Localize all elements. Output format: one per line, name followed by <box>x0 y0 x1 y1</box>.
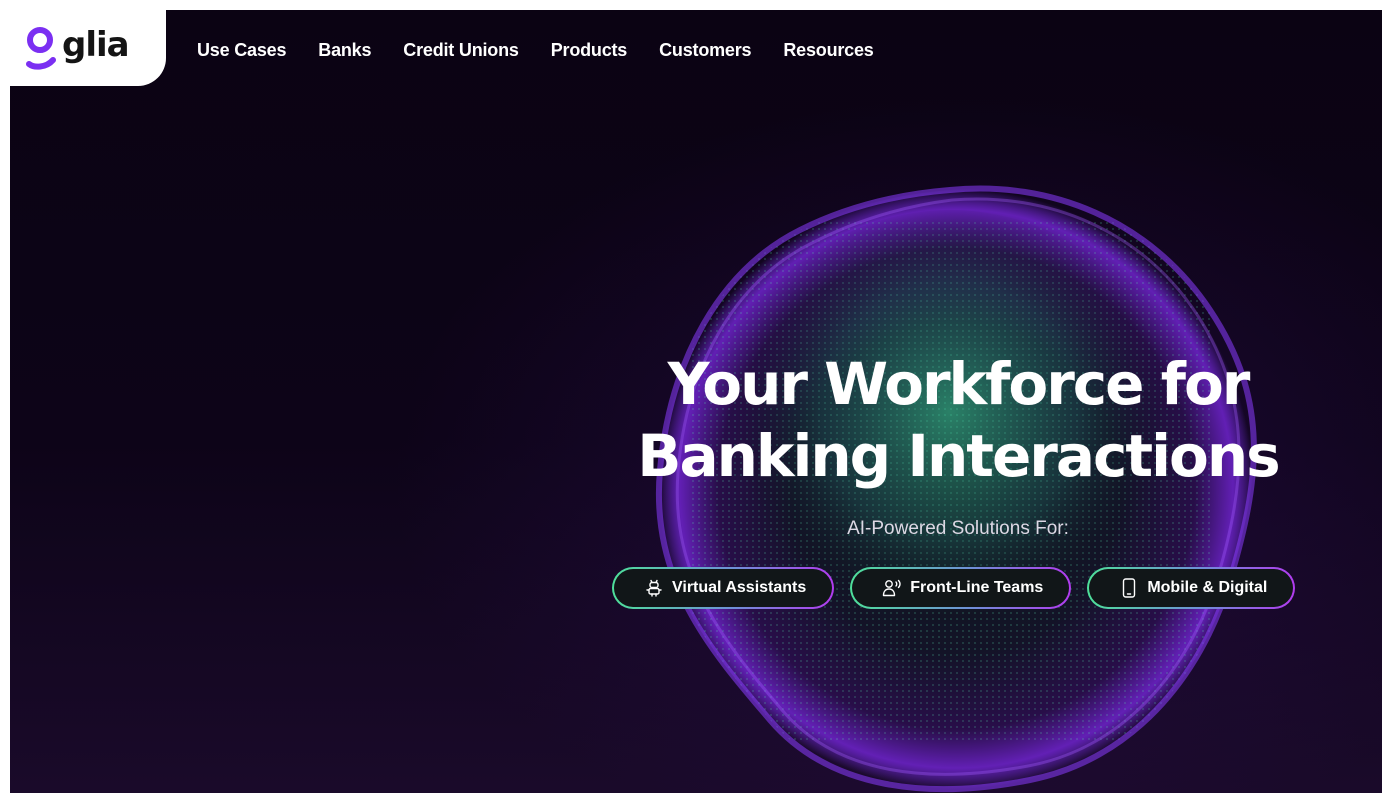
nav-item-banks[interactable]: Banks <box>318 40 371 61</box>
front-line-teams-button[interactable]: Front-Line Teams <box>850 567 1071 609</box>
hero-subheading: AI-Powered Solutions For: <box>847 518 1069 539</box>
headline-line-1: Your Workforce for <box>667 350 1251 418</box>
glia-logo[interactable]: glia <box>26 24 130 72</box>
virtual-assistants-label: Virtual Assistants <box>672 579 807 596</box>
nav-item-use-cases[interactable]: Use Cases <box>197 40 286 61</box>
person-speaking-icon <box>882 578 902 598</box>
virtual-assistants-button[interactable]: Virtual Assistants <box>612 567 834 609</box>
brand-name: glia <box>62 25 130 65</box>
nav-item-credit-unions[interactable]: Credit Unions <box>403 40 519 61</box>
main-nav: Use Cases Banks Credit Unions Products C… <box>197 40 874 61</box>
hero-headline: Your Workforce for Banking Interactions <box>600 348 1316 492</box>
mobile-phone-icon <box>1119 578 1139 598</box>
page: Your Workforce for Banking Interactions … <box>0 0 1382 793</box>
mobile-digital-label: Mobile & Digital <box>1147 579 1268 596</box>
solution-buttons: Virtual Assistants Front-Line Teams Mobi… <box>612 567 1295 609</box>
robot-icon <box>644 578 664 598</box>
mobile-digital-button[interactable]: Mobile & Digital <box>1087 567 1295 609</box>
headline-line-2: Banking Interactions <box>637 422 1280 490</box>
glia-g-icon <box>26 24 56 72</box>
front-line-teams-label: Front-Line Teams <box>910 579 1044 596</box>
nav-item-resources[interactable]: Resources <box>783 40 873 61</box>
nav-item-products[interactable]: Products <box>551 40 628 61</box>
nav-item-customers[interactable]: Customers <box>659 40 751 61</box>
hero-content: Your Workforce for Banking Interactions … <box>600 348 1316 540</box>
hero-section: Your Workforce for Banking Interactions … <box>10 10 1382 793</box>
